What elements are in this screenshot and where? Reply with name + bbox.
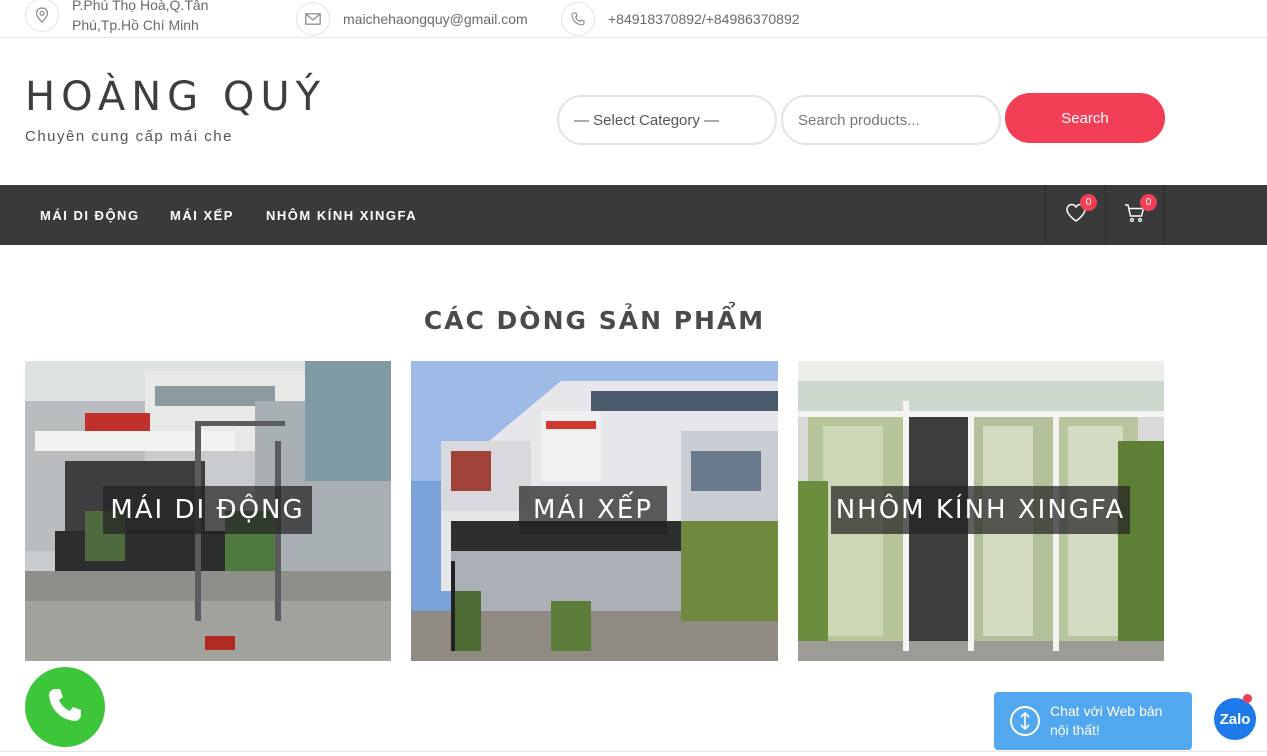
zalo-chat-box[interactable]: Chat với Web bán nội thất!: [994, 692, 1192, 750]
section-title: CÁC DÒNG SẢN PHẨM: [423, 306, 766, 335]
main-nav: MÁI DI ĐỘNG MÁI XẾP NHÔM KÍNH XINGFA 0 0: [0, 185, 1267, 245]
product-card-mai-xep[interactable]: MÁI XẾP: [411, 361, 778, 661]
product-label-mai-xep[interactable]: MÁI XẾP: [519, 486, 667, 534]
phone-text[interactable]: +84918370892/+84986370892: [608, 9, 800, 29]
email-text[interactable]: maichehaongquy@gmail.com: [343, 9, 528, 29]
cart-count-badge: 0: [1140, 194, 1157, 211]
zalo-chat-text: Chat với Web bán nội thất!: [1050, 703, 1163, 738]
divider: [0, 751, 1267, 752]
call-button[interactable]: [25, 667, 105, 747]
contact-address: P.Phú Thọ Hoà,Q.Tân Phú,Tp.Hồ Chí Minh: [25, 0, 232, 34]
phone-handset-icon: [45, 685, 85, 730]
wishlist-button[interactable]: 0: [1045, 185, 1105, 245]
contact-phone[interactable]: +84918370892/+84986370892: [561, 0, 800, 38]
product-label-mai-di-dong[interactable]: MÁI DI ĐỘNG: [103, 486, 312, 534]
site-title[interactable]: HOÀNG QUÝ: [25, 74, 326, 120]
search-button[interactable]: Search: [1005, 93, 1165, 143]
site-tagline: Chuyên cung cấp mái che: [25, 128, 233, 145]
nav-item-mai-di-dong[interactable]: MÁI DI ĐỘNG: [40, 185, 140, 245]
nav-item-nhom-kinh-xingfa[interactable]: NHÔM KÍNH XINGFA: [266, 185, 417, 245]
search-input[interactable]: [781, 95, 1001, 145]
product-card-nhom-kinh-xingfa[interactable]: NHÔM KÍNH XINGFA: [798, 361, 1164, 661]
envelope-icon: [296, 2, 330, 36]
nav-item-mai-xep[interactable]: MÁI XẾP: [170, 185, 234, 245]
address-text: P.Phú Thọ Hoà,Q.Tân Phú,Tp.Hồ Chí Minh: [72, 0, 209, 33]
zalo-logo-button[interactable]: Zalo: [1212, 696, 1258, 742]
product-card-mai-di-dong[interactable]: MÁI DI ĐỘNG: [25, 361, 391, 661]
cart-button[interactable]: 0: [1105, 185, 1165, 245]
category-select[interactable]: — Select Category —: [557, 95, 777, 145]
contact-email[interactable]: maichehaongquy@gmail.com: [296, 0, 528, 38]
location-pin-icon: [25, 0, 59, 32]
zalo-notification-dot: [1243, 694, 1252, 703]
top-bar: P.Phú Thọ Hoà,Q.Tân Phú,Tp.Hồ Chí Minh m…: [0, 0, 1267, 38]
scroll-arrows-icon: [1010, 706, 1040, 736]
wishlist-count-badge: 0: [1080, 194, 1097, 211]
product-label-nhom-kinh-xingfa[interactable]: NHÔM KÍNH XINGFA: [831, 486, 1130, 534]
phone-icon: [561, 2, 595, 36]
